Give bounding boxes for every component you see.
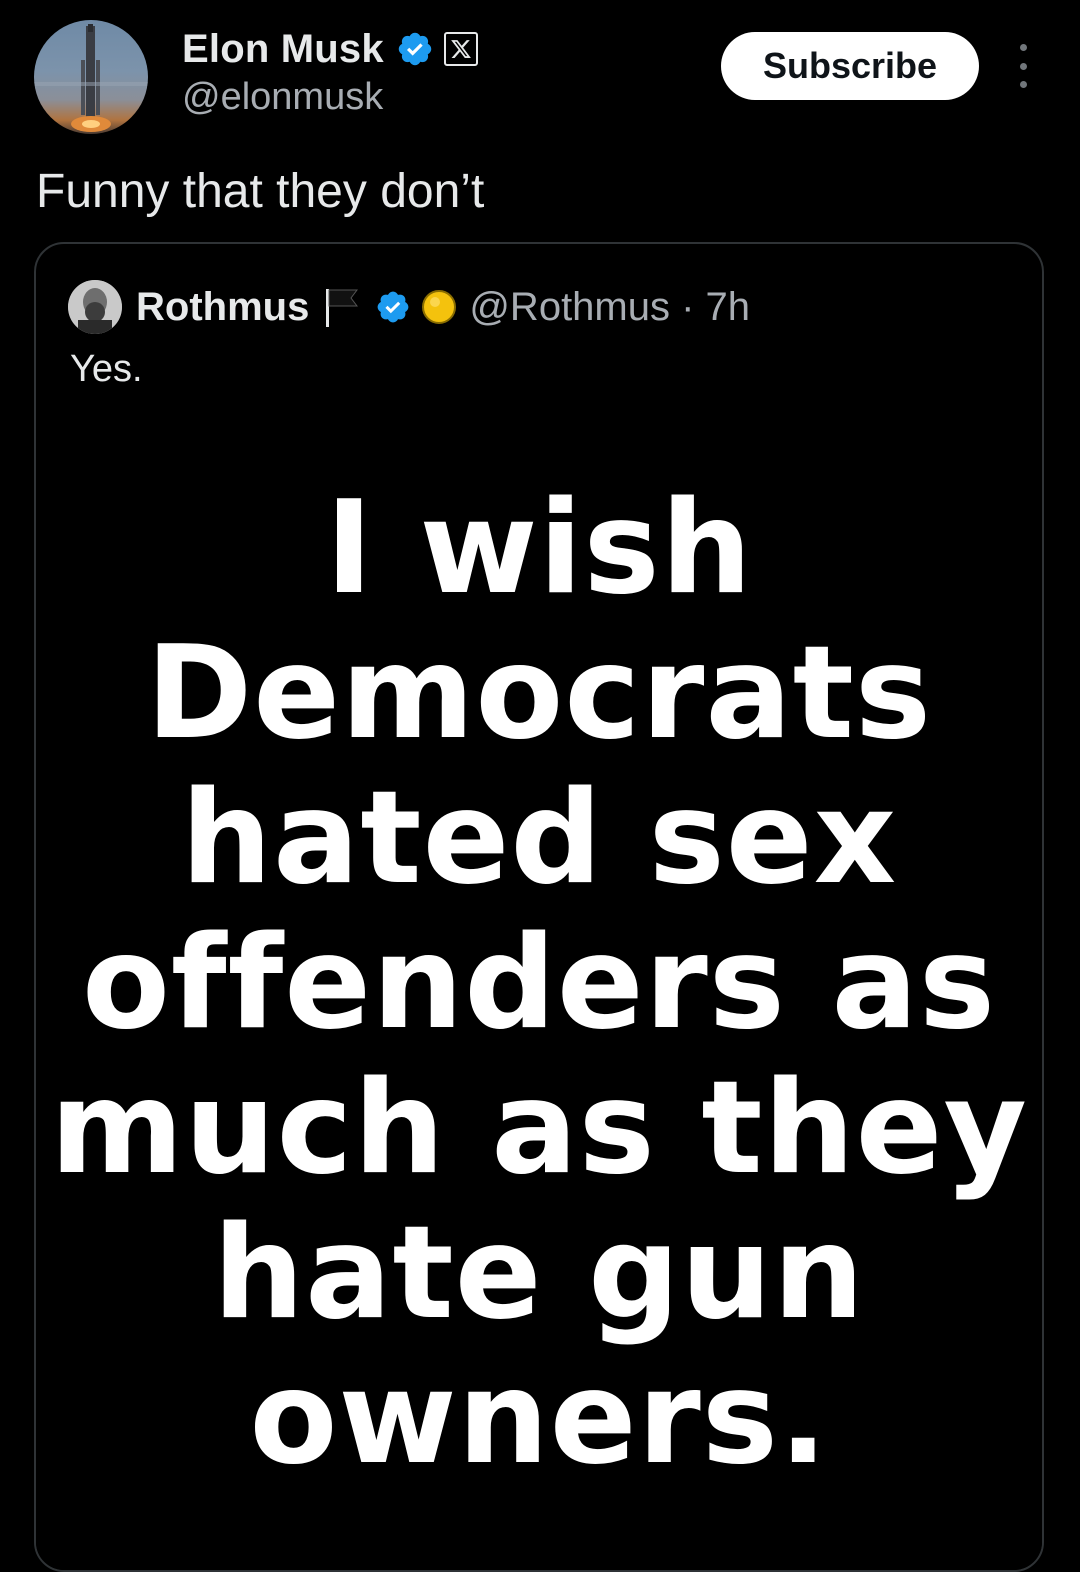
gold-circle-badge-icon <box>421 289 457 325</box>
quoted-author-display-name[interactable]: Rothmus <box>136 285 309 330</box>
author-display-name[interactable]: Elon Musk <box>182 27 384 72</box>
more-options-icon[interactable] <box>1008 44 1038 88</box>
author-name-row: Elon Musk <box>182 26 478 72</box>
rocket-launch-image <box>34 24 148 132</box>
post-header: Elon Musk @elonmusk Subscribe <box>0 0 1080 150</box>
black-flag-icon <box>321 285 361 329</box>
portrait-image <box>68 280 122 334</box>
quoted-post-card[interactable]: Rothmus @Rothmus · 7h Yes. I wish Democr… <box>34 242 1044 1572</box>
x-affiliation-icon[interactable] <box>443 32 478 66</box>
quoted-post-header: Rothmus @Rothmus · 7h <box>68 280 750 334</box>
author-avatar[interactable] <box>34 20 148 134</box>
author-handle[interactable]: @elonmusk <box>182 76 383 119</box>
meme-image-text: I wish Democrats hated sex offenders as … <box>50 474 1028 1493</box>
subscribe-button[interactable]: Subscribe <box>721 32 979 100</box>
quoted-author-handle-time[interactable]: @Rothmus · 7h <box>469 285 750 330</box>
quoted-post-text: Yes. <box>70 348 143 390</box>
quoted-author-avatar[interactable] <box>68 280 122 334</box>
verified-badge-icon[interactable] <box>396 30 434 68</box>
post-text: Funny that they don’t <box>36 165 485 218</box>
quoted-verified-badge-icon[interactable] <box>375 289 411 325</box>
